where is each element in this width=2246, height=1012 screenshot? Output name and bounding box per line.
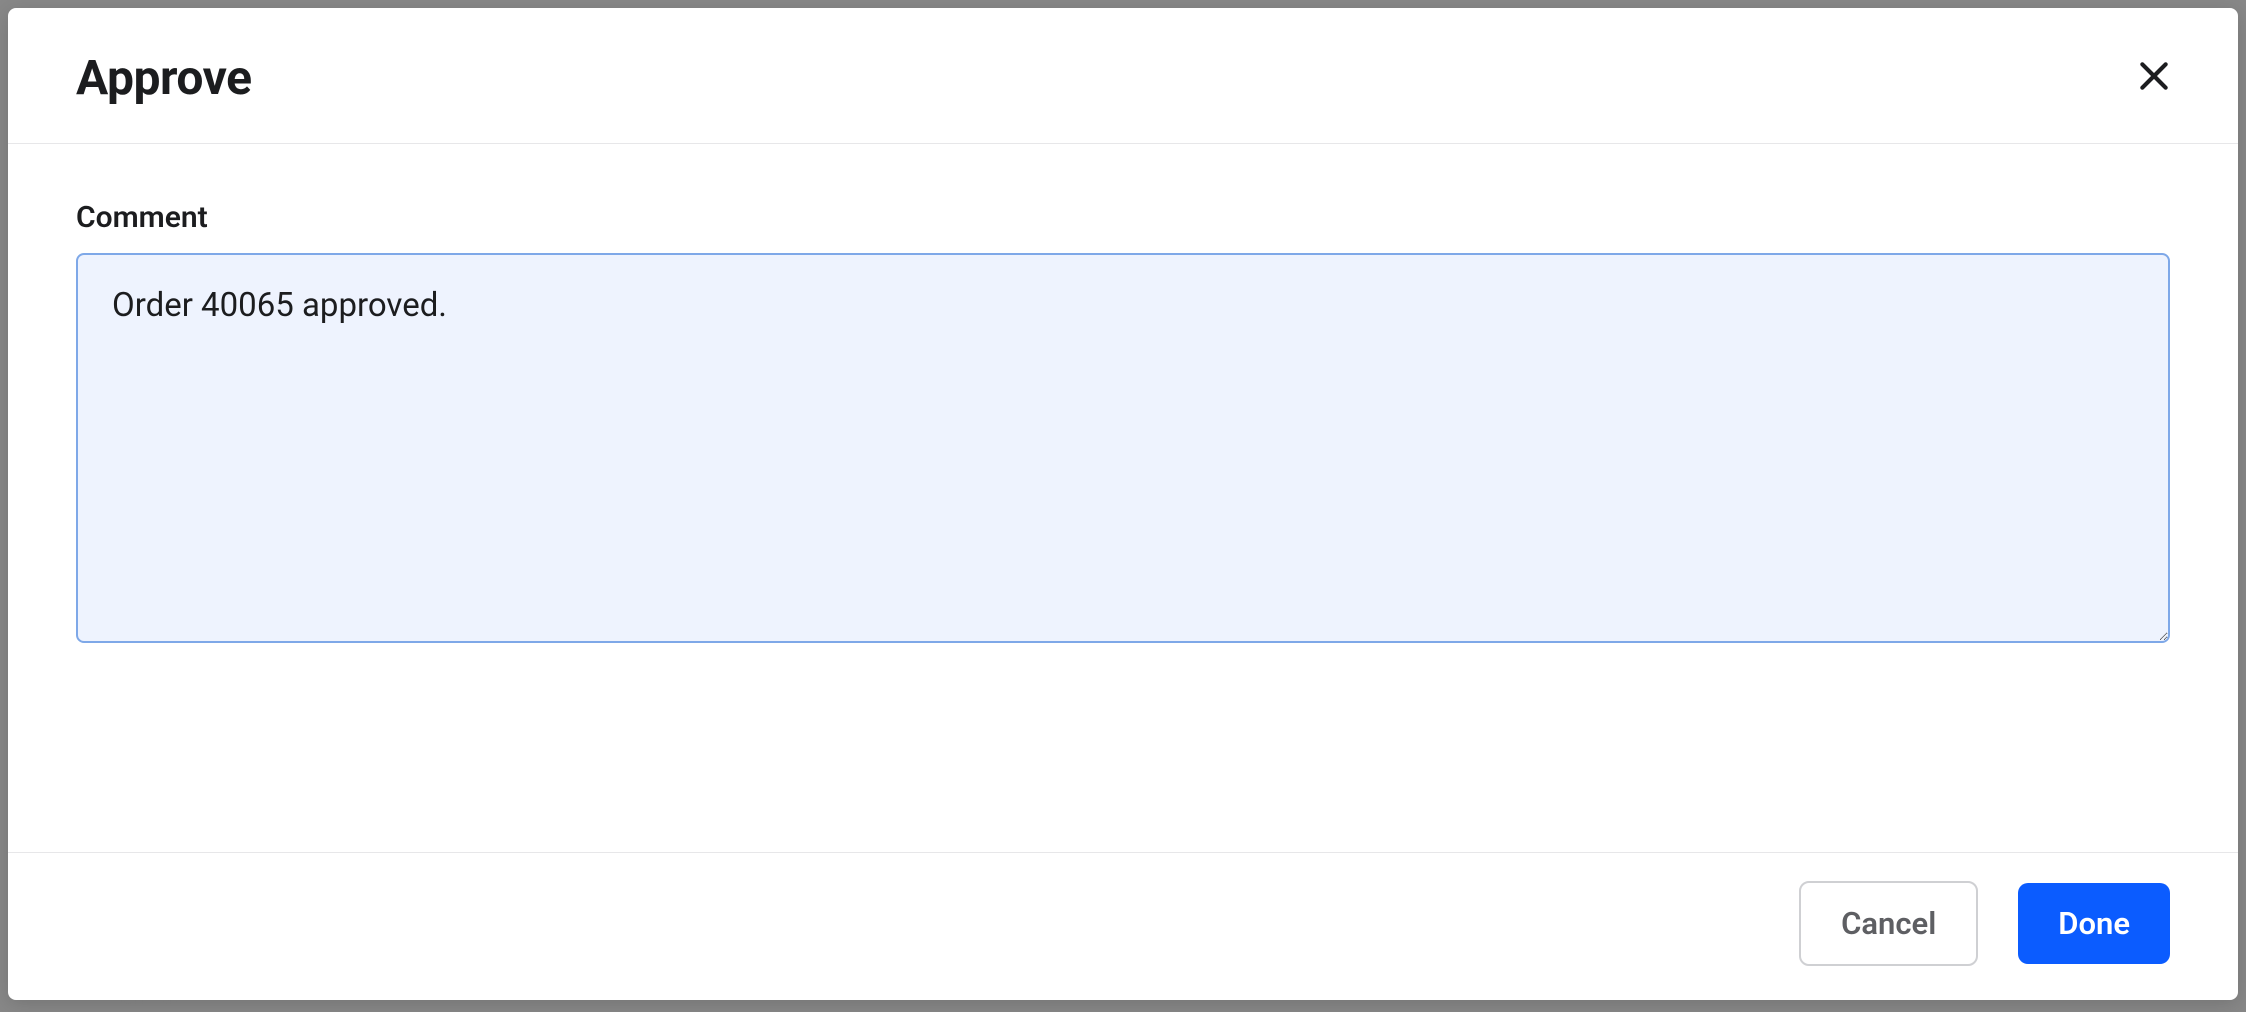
close-button[interactable] bbox=[2126, 48, 2182, 107]
approve-modal: Approve Comment Cancel Done bbox=[8, 8, 2238, 1000]
modal-title: Approve bbox=[76, 49, 252, 106]
close-icon bbox=[2134, 56, 2174, 99]
comment-textarea[interactable] bbox=[76, 253, 2170, 643]
comment-label: Comment bbox=[76, 200, 2170, 235]
modal-body: Comment bbox=[8, 144, 2238, 852]
done-button[interactable]: Done bbox=[2018, 883, 2170, 964]
modal-footer: Cancel Done bbox=[8, 852, 2238, 1000]
modal-header: Approve bbox=[8, 8, 2238, 144]
cancel-button[interactable]: Cancel bbox=[1799, 881, 1978, 966]
